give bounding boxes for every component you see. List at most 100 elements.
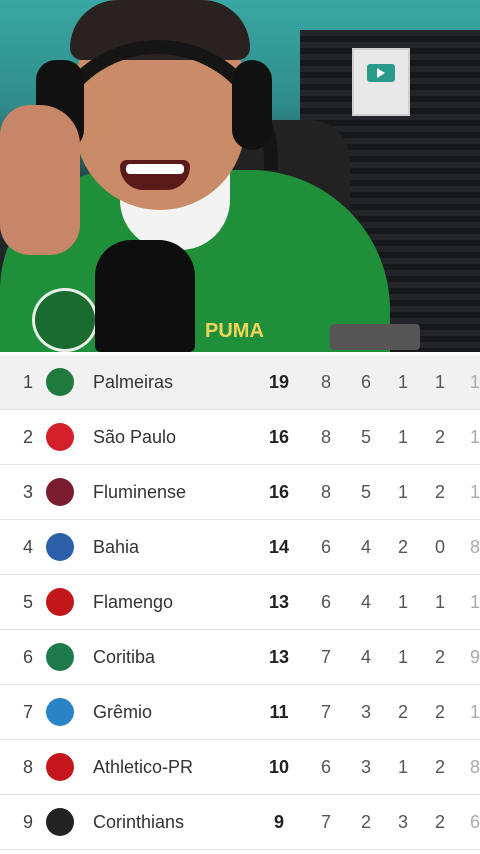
team-crest-icon xyxy=(46,698,74,726)
team-crest-icon xyxy=(46,588,74,616)
table-row[interactable]: 5 Flamengo 13 6 4 1 1 1 xyxy=(0,575,480,630)
played-cell: 7 xyxy=(320,647,331,667)
losses-cell: 1 xyxy=(434,592,445,612)
points-cell: 14 xyxy=(268,537,290,557)
team-crest-icon xyxy=(46,808,74,836)
team-name: Coritiba xyxy=(93,647,156,667)
puma-logo: PUMA xyxy=(205,320,264,342)
losses-cell: 1 xyxy=(434,372,445,392)
played-cell: 6 xyxy=(320,757,331,777)
next-column-cell: 1 xyxy=(470,702,480,722)
video-frame: PUMA xyxy=(0,0,480,352)
wins-cell: 4 xyxy=(360,592,371,612)
team-name: Corinthians xyxy=(93,812,185,832)
team-crest-icon xyxy=(46,753,74,781)
next-column-cell: 1 xyxy=(470,592,480,612)
team-name: Athletico-PR xyxy=(93,757,194,777)
table-row[interactable]: 1 Palmeiras 19 8 6 1 1 1 xyxy=(0,355,480,410)
points-cell: 16 xyxy=(268,482,290,502)
wins-cell: 4 xyxy=(360,537,371,557)
team-name: São Paulo xyxy=(93,427,177,447)
next-column-cell: 1 xyxy=(470,482,480,502)
played-cell: 8 xyxy=(320,482,331,502)
table-row[interactable]: 9 Corinthians 9 7 2 3 2 6 xyxy=(0,795,480,850)
points-cell: 10 xyxy=(268,757,290,777)
wins-cell: 6 xyxy=(360,372,371,392)
losses-cell: 0 xyxy=(434,537,445,557)
played-cell: 6 xyxy=(320,592,331,612)
draws-cell: 3 xyxy=(397,812,408,832)
team-crest-icon xyxy=(46,368,74,396)
wins-cell: 3 xyxy=(360,702,371,722)
position-cell: 1 xyxy=(22,372,33,392)
team-name: Flamengo xyxy=(93,592,174,612)
position-cell: 3 xyxy=(22,482,33,502)
desk-device xyxy=(330,324,420,350)
points-cell: 13 xyxy=(268,647,290,667)
position-cell: 7 xyxy=(22,702,33,722)
team-name: Bahia xyxy=(93,537,140,557)
losses-cell: 2 xyxy=(434,702,445,722)
next-column-cell: 8 xyxy=(470,757,480,777)
team-name: Fluminense xyxy=(93,482,187,502)
played-cell: 7 xyxy=(320,812,331,832)
table-row[interactable]: 2 São Paulo 16 8 5 1 2 1 xyxy=(0,410,480,465)
table-row[interactable]: 4 Bahia 14 6 4 2 0 8 xyxy=(0,520,480,575)
draws-cell: 1 xyxy=(397,757,408,777)
palmeiras-crest-icon xyxy=(32,288,98,352)
losses-cell: 2 xyxy=(434,482,445,502)
next-column-cell: 1 xyxy=(470,372,480,392)
points-cell: 16 xyxy=(268,427,290,447)
microphone-icon xyxy=(95,240,195,352)
losses-cell: 2 xyxy=(434,812,445,832)
team-name: Palmeiras xyxy=(93,372,174,392)
wins-cell: 5 xyxy=(360,427,371,447)
played-cell: 8 xyxy=(320,372,331,392)
position-cell: 4 xyxy=(22,537,33,557)
losses-cell: 2 xyxy=(434,427,445,447)
points-cell: 19 xyxy=(268,372,290,392)
wins-cell: 2 xyxy=(360,812,371,832)
next-column-cell: 6 xyxy=(470,812,480,832)
position-cell: 2 xyxy=(22,427,33,447)
play-button-plaque xyxy=(352,48,410,116)
draws-cell: 2 xyxy=(397,537,408,557)
draws-cell: 1 xyxy=(397,482,408,502)
draws-cell: 1 xyxy=(397,427,408,447)
position-cell: 6 xyxy=(22,647,33,667)
table-row[interactable]: 3 Fluminense 16 8 5 1 2 1 xyxy=(0,465,480,520)
wins-cell: 5 xyxy=(360,482,371,502)
wins-cell: 3 xyxy=(360,757,371,777)
next-column-cell: 9 xyxy=(470,647,480,667)
play-button-icon xyxy=(367,64,395,82)
next-column-cell: 8 xyxy=(470,537,480,557)
draws-cell: 1 xyxy=(397,372,408,392)
played-cell: 6 xyxy=(320,537,331,557)
headset-earcup-right xyxy=(232,60,272,150)
played-cell: 7 xyxy=(320,702,331,722)
points-cell: 11 xyxy=(269,702,289,722)
position-cell: 8 xyxy=(22,757,33,777)
team-crest-icon xyxy=(46,643,74,671)
position-cell: 5 xyxy=(22,592,33,612)
points-cell: 9 xyxy=(273,812,284,832)
played-cell: 8 xyxy=(320,427,331,447)
standings-table: 1 Palmeiras 19 8 6 1 1 1 2 São Paulo 16 8 5 1 2 1 3 Flumi… xyxy=(0,355,480,850)
team-crest-icon xyxy=(46,423,74,451)
draws-cell: 1 xyxy=(397,592,408,612)
table-row[interactable]: 8 Athletico-PR 10 6 3 1 2 8 xyxy=(0,740,480,795)
team-crest-icon xyxy=(46,533,74,561)
draws-cell: 2 xyxy=(397,702,408,722)
hand-gesture xyxy=(0,105,80,255)
wins-cell: 4 xyxy=(360,647,371,667)
next-column-cell: 1 xyxy=(470,427,480,447)
losses-cell: 2 xyxy=(434,647,445,667)
team-crest-icon xyxy=(46,478,74,506)
losses-cell: 2 xyxy=(434,757,445,777)
draws-cell: 1 xyxy=(397,647,408,667)
table-row[interactable]: 6 Coritiba 13 7 4 1 2 9 xyxy=(0,630,480,685)
team-name: Grêmio xyxy=(93,702,153,722)
table-row[interactable]: 7 Grêmio 11 7 3 2 2 1 xyxy=(0,685,480,740)
position-cell: 9 xyxy=(22,812,33,832)
points-cell: 13 xyxy=(268,592,290,612)
